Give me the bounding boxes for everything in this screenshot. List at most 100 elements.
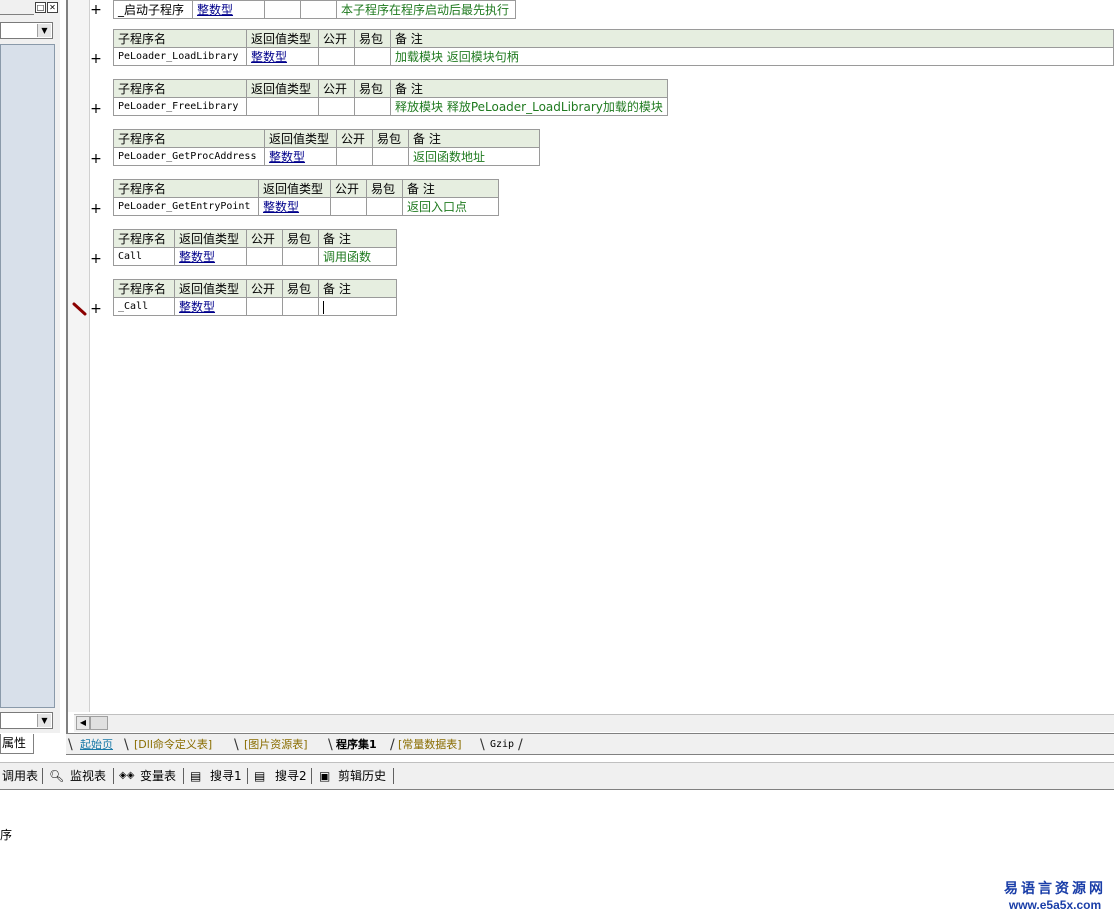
header-easy: 易包 (372, 129, 409, 148)
expand-icon[interactable]: + (90, 102, 102, 116)
tab-separator: \ (234, 737, 239, 753)
public-cell[interactable] (318, 97, 355, 116)
return-type[interactable]: 整数型 (258, 197, 331, 216)
header-ret: 返回值类型 (246, 79, 319, 98)
subroutine-name[interactable]: PeLoader_GetProcAddress (113, 147, 265, 166)
current-line-marker-icon (72, 302, 87, 316)
subroutine-name[interactable]: PeLoader_LoadLibrary (113, 47, 247, 66)
easy-cell[interactable] (372, 147, 409, 166)
subroutine-table: _启动子程序 整数型 本子程序在程序启动后最先执行 (113, 0, 516, 19)
close-icon[interactable]: ✕ (47, 2, 58, 13)
tab-program-set[interactable]: 程序集1 (336, 736, 377, 754)
return-type[interactable]: 整数型 (245, 47, 319, 66)
return-type[interactable]: 整数型 (192, 0, 265, 19)
search1-button[interactable]: 搜寻1 (210, 767, 242, 785)
subroutine-table: 子程序名 返回值类型 公开 易包 备 注 Call 整数型 调用函数 (113, 229, 397, 266)
search2-button[interactable]: 搜寻2 (275, 767, 307, 785)
expand-icon[interactable]: + (90, 202, 102, 216)
toolbar-separator (183, 768, 184, 784)
header-ret: 返回值类型 (264, 129, 337, 148)
clip-history-button[interactable]: 剪辑历史 (338, 767, 386, 785)
easy-cell[interactable] (282, 247, 319, 266)
public-cell[interactable] (330, 197, 367, 216)
tab-constants[interactable]: [常量数据表] (398, 736, 462, 754)
subroutine-table: 子程序名 返回值类型 公开 易包 备 注 _Call 整数型 (113, 279, 397, 316)
tab-properties[interactable]: 属性 (0, 734, 34, 754)
subroutine-table: 子程序名 返回值类型 公开 易包 备 注 PeLoader_FreeLibrar… (113, 79, 668, 116)
note-cell[interactable]: 加载模块 返回模块句柄 (389, 47, 1114, 66)
public-cell[interactable] (264, 0, 301, 19)
easy-cell[interactable] (282, 297, 319, 316)
tab-dll-commands[interactable]: [Dll命令定义表] (134, 736, 212, 754)
return-type[interactable]: 整数型 (174, 247, 247, 266)
header-name: 子程序名 (113, 229, 175, 248)
tab-separator: \ (328, 737, 333, 753)
expand-icon[interactable]: + (90, 3, 102, 17)
header-name: 子程序名 (113, 279, 175, 298)
tab-start-page[interactable]: 起始页 (80, 736, 113, 754)
subroutine-name[interactable]: PeLoader_FreeLibrary (113, 97, 247, 116)
note-cell[interactable] (318, 297, 397, 316)
watermark-title: 易语言资源网 (1004, 881, 1106, 897)
text-caret (323, 300, 324, 314)
public-cell[interactable] (246, 247, 283, 266)
expand-icon[interactable]: + (90, 52, 102, 66)
easy-cell[interactable] (366, 197, 403, 216)
subroutine-name[interactable]: _Call (113, 297, 175, 316)
toolbar-separator (247, 768, 248, 784)
note-cell[interactable]: 返回函数地址 (408, 147, 540, 166)
variables-icon: ◈◈ (119, 770, 135, 781)
subroutine-name[interactable]: PeLoader_GetEntryPoint (113, 197, 259, 216)
left-panel-dropdown-2[interactable]: ▼ (0, 712, 53, 729)
return-type[interactable] (246, 97, 319, 116)
public-cell[interactable] (317, 47, 355, 66)
expand-icon[interactable]: + (90, 252, 102, 266)
variable-table-button[interactable]: 变量表 (140, 767, 176, 785)
return-type[interactable]: 整数型 (174, 297, 247, 316)
return-type[interactable]: 整数型 (264, 147, 337, 166)
header-note: 备 注 (318, 279, 397, 298)
chevron-down-icon[interactable]: ▼ (37, 24, 51, 37)
header-ret: 返回值类型 (174, 279, 247, 298)
call-table-button[interactable]: 调用表 (2, 767, 38, 785)
magnifier-icon: 🔍︎ (49, 769, 65, 783)
note-cell[interactable]: 本子程序在程序启动后最先执行 (336, 0, 516, 19)
scroll-thumb[interactable] (90, 716, 108, 730)
note-cell[interactable]: 返回入口点 (402, 197, 499, 216)
subroutine-table: 子程序名 返回值类型 公开 易包 备 注 PeLoader_GetProcAdd… (113, 129, 540, 166)
scroll-left-icon[interactable]: ◀ (76, 716, 90, 730)
easy-cell[interactable] (353, 47, 391, 66)
note-cell[interactable]: 释放模块 释放PeLoader_LoadLibrary加载的模块 (390, 97, 668, 116)
note-cell[interactable]: 调用函数 (318, 247, 397, 266)
output-panel[interactable] (0, 790, 1114, 915)
header-ret: 返回值类型 (258, 179, 331, 198)
toolbar-separator (113, 768, 114, 784)
bottom-toolbar: 调用表 🔍︎ 监视表 ◈◈ 变量表 ▤ 搜寻1 ▤ 搜寻2 ▣ 剪辑历史 (0, 762, 1114, 791)
left-panel-dropdown[interactable]: ▼ (0, 22, 53, 39)
header-name: 子程序名 (113, 129, 265, 148)
toolbar-separator (311, 768, 312, 784)
watermark-url: www.e5a5x.com (1008, 898, 1102, 912)
expand-icon[interactable]: + (90, 302, 102, 316)
restore-icon[interactable]: □ (35, 2, 46, 13)
public-cell[interactable] (336, 147, 373, 166)
expand-icon[interactable]: + (90, 152, 102, 166)
subroutine-name[interactable]: _启动子程序 (113, 0, 193, 19)
project-tree[interactable] (0, 44, 55, 708)
tab-separator: \ (68, 737, 73, 753)
chevron-down-icon[interactable]: ▼ (37, 714, 51, 727)
public-cell[interactable] (246, 297, 283, 316)
tab-image-resources[interactable]: [图片资源表] (244, 736, 308, 754)
easy-cell[interactable] (354, 97, 391, 116)
subroutine-table: 子程序名 返回值类型 公开 易包 备 注 PeLoader_GetEntryPo… (113, 179, 499, 216)
toolbar-separator (42, 768, 43, 784)
tab-gzip[interactable]: Gzip (490, 736, 514, 754)
subroutine-name[interactable]: Call (113, 247, 175, 266)
header-name: 子程序名 (113, 79, 247, 98)
output-text: 序 (0, 828, 13, 842)
easy-cell[interactable] (300, 0, 337, 19)
watch-table-button[interactable]: 监视表 (70, 767, 106, 785)
header-pub: 公开 (317, 29, 355, 48)
header-easy: 易包 (282, 229, 319, 248)
horizontal-scrollbar[interactable]: ◀ (74, 714, 1114, 732)
